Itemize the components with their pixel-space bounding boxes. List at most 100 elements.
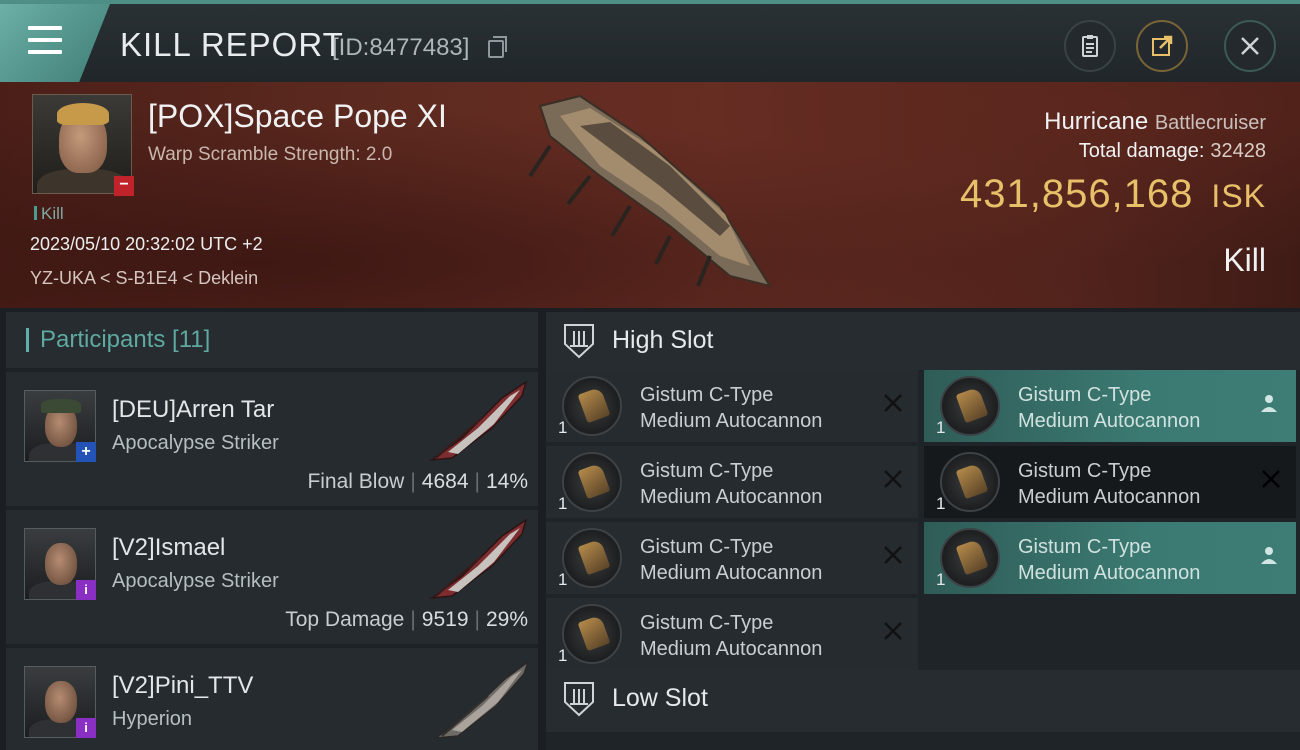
module-name: Gistum C-Type <box>1018 536 1152 558</box>
participant-row[interactable]: i [V2]Ismael Apocalypse Striker Top Dama… <box>6 510 538 644</box>
participant-name[interactable]: [DEU]Arren Tar <box>112 396 274 424</box>
low-slot-header[interactable]: Low Slot <box>546 670 1300 732</box>
module-item[interactable]: 1 Gistum C-Type Medium Autocannon <box>924 370 1296 442</box>
participant-percent: 29% <box>485 608 528 631</box>
module-item[interactable]: 1 Gistum C-Type Medium Autocannon <box>546 522 918 594</box>
module-item[interactable]: 1 Gistum C-Type Medium Autocannon <box>924 522 1296 594</box>
autocannon-icon <box>562 604 622 664</box>
fitting-panel: High Slot 1 Gistum C-Type Medium Autocan… <box>546 312 1300 750</box>
module-name: Gistum C-Type <box>640 612 774 634</box>
module-name: Gistum C-Type <box>640 460 774 482</box>
total-damage-label: Total damage: <box>1078 140 1205 162</box>
autocannon-icon <box>562 376 622 436</box>
header-accent <box>26 328 29 352</box>
participant-stats: Final Blow | 4684 | 14% <box>307 470 528 493</box>
kill-location[interactable]: YZ-UKA < S-B1E4 < Deklein <box>30 268 258 289</box>
participant-damage: 4684 <box>421 470 469 493</box>
warp-scramble-strength: Warp Scramble Strength: 2.0 <box>148 144 393 165</box>
participant-role: Top Damage <box>285 608 405 631</box>
module-item[interactable]: 1 Gistum C-Type Medium Autocannon <box>546 598 918 670</box>
person-icon <box>1261 395 1277 412</box>
autocannon-icon <box>940 376 1000 436</box>
module-quantity: 1 <box>936 494 946 513</box>
menu-button[interactable] <box>0 4 110 82</box>
isk-amount: 431,856,168 <box>959 172 1194 216</box>
copy-icon[interactable] <box>488 36 507 58</box>
victim-name[interactable]: [POX]Space Pope XI <box>148 98 447 135</box>
close-icon <box>1241 37 1259 55</box>
module-quantity: 1 <box>936 570 946 589</box>
module-item[interactable]: 1 Gistum C-Type Medium Autocannon <box>546 370 918 442</box>
module-name: Gistum C-Type <box>640 536 774 558</box>
module-type: Medium Autocannon <box>640 410 823 432</box>
participant-name[interactable]: [V2]Pini_TTV <box>112 672 253 700</box>
x-icon[interactable] <box>882 392 904 414</box>
page-title: KILL REPORT <box>120 26 344 63</box>
module-name: Gistum C-Type <box>1018 384 1152 406</box>
participant-row[interactable]: + [DEU]Arren Tar Apocalypse Striker Fina… <box>6 372 538 506</box>
x-icon[interactable] <box>882 544 904 566</box>
module-type: Medium Autocannon <box>1018 410 1201 432</box>
participant-damage: 9519 <box>421 608 469 631</box>
total-damage-value: 32428 <box>1210 140 1266 162</box>
high-slot-title: High Slot <box>612 326 714 354</box>
module-type: Medium Autocannon <box>640 638 823 660</box>
portrait-hat <box>41 399 81 413</box>
result-label: Kill <box>1223 242 1266 278</box>
corp-badge: i <box>76 718 96 738</box>
module-type: Medium Autocannon <box>1018 562 1201 584</box>
participant-row[interactable]: i [V2]Pini_TTV Hyperion <box>6 648 538 750</box>
isk-unit: ISK <box>1211 178 1266 214</box>
x-icon[interactable] <box>1260 468 1282 490</box>
participants-panel: Participants [11] + [DEU]Arren Tar Apoca… <box>6 312 538 750</box>
top-bar: KILL REPORT [ID:8477483] <box>0 0 1300 82</box>
participant-ship: Apocalypse Striker <box>112 432 279 454</box>
participants-header[interactable]: Participants [11] <box>6 312 538 368</box>
module-type: Medium Autocannon <box>1018 486 1201 508</box>
corp-badge: + <box>76 442 96 462</box>
menu-icon-line <box>28 50 62 54</box>
slot-icon <box>564 324 594 359</box>
module-item[interactable]: 1 Gistum C-Type Medium Autocannon <box>924 446 1296 518</box>
participant-ship: Apocalypse Striker <box>112 570 279 592</box>
module-quantity: 1 <box>558 570 568 589</box>
module-quantity: 1 <box>558 494 568 513</box>
clipboard-button[interactable] <box>1064 20 1116 72</box>
share-button[interactable] <box>1136 20 1188 72</box>
x-icon[interactable] <box>882 468 904 490</box>
x-icon[interactable] <box>882 620 904 642</box>
victim-ship-image[interactable] <box>520 86 790 302</box>
participant-name[interactable]: [V2]Ismael <box>112 534 225 562</box>
autocannon-icon <box>940 452 1000 512</box>
isk-value: 431,856,168 ISK <box>960 172 1266 217</box>
share-icon <box>1152 35 1173 56</box>
portrait-face <box>45 543 77 585</box>
kill-timestamp: 2023/05/10 20:32:02 UTC +2 <box>30 234 263 254</box>
close-button[interactable] <box>1224 20 1276 72</box>
module-quantity: 1 <box>558 418 568 437</box>
corp-badge: i <box>76 580 96 600</box>
menu-icon <box>28 26 62 30</box>
module-type: Medium Autocannon <box>640 486 823 508</box>
participants-label: Participants [11] <box>40 326 211 353</box>
high-slot-header[interactable]: High Slot <box>546 312 1300 370</box>
participant-ship-image <box>429 380 528 462</box>
participant-stats: Top Damage | 9519 | 29% <box>285 608 528 631</box>
autocannon-icon <box>562 528 622 588</box>
clipboard-icon <box>1082 35 1098 57</box>
autocannon-icon <box>940 528 1000 588</box>
module-quantity: 1 <box>558 646 568 665</box>
low-slot-title: Low Slot <box>612 684 708 712</box>
participant-ship: Hyperion <box>112 708 193 730</box>
participant-ship-image <box>429 518 528 600</box>
autocannon-icon <box>562 452 622 512</box>
module-item[interactable]: 1 Gistum C-Type Medium Autocannon <box>546 446 918 518</box>
participant-role: Final Blow <box>307 470 405 493</box>
ship-name[interactable]: Hurricane <box>1044 108 1148 135</box>
total-damage: Total damage: 32428 <box>1079 140 1266 163</box>
report-id: [ID:8477483] <box>332 34 470 61</box>
participant-percent: 14% <box>485 470 528 493</box>
module-quantity: 1 <box>936 418 946 437</box>
portrait-face <box>45 681 77 723</box>
module-name: Gistum C-Type <box>1018 460 1152 482</box>
